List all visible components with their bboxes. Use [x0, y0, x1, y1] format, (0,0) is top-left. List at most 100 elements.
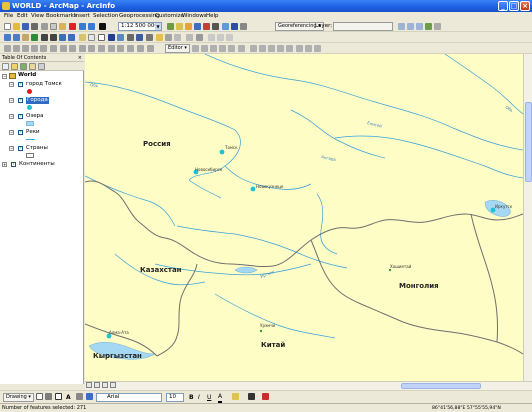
- modelbuilder-icon[interactable]: [222, 23, 229, 30]
- expand-layer-lakes-icon[interactable]: −: [9, 114, 14, 119]
- line-color-icon[interactable]: [248, 393, 255, 400]
- create-viewer-icon[interactable]: [186, 34, 193, 41]
- layout-back-icon[interactable]: [60, 45, 67, 52]
- menu-customize[interactable]: Customize: [155, 13, 184, 20]
- menu-help[interactable]: Help: [206, 13, 219, 20]
- layer-tomsk-checkbox[interactable]: ✓: [18, 82, 23, 87]
- cut-icon[interactable]: [41, 23, 48, 30]
- layout-pan-icon[interactable]: [22, 45, 29, 52]
- trace-icon[interactable]: [228, 45, 235, 52]
- view-link-table-icon[interactable]: [434, 23, 441, 30]
- toc-root-world[interactable]: World: [18, 72, 36, 79]
- layout-tool-2-icon[interactable]: [137, 45, 144, 52]
- menu-selection[interactable]: Selection: [93, 13, 118, 20]
- layer-select[interactable]: [333, 22, 393, 31]
- layout-tool-3-icon[interactable]: [147, 45, 154, 52]
- pan-icon[interactable]: [22, 34, 29, 41]
- hyperlink-icon[interactable]: [156, 34, 163, 41]
- georef-tool-3-icon[interactable]: [416, 23, 423, 30]
- map-canvas[interactable]: Россия Казахстан Монголия Китай Кыргызст…: [85, 54, 523, 381]
- measure-icon[interactable]: [146, 34, 153, 41]
- split-icon[interactable]: [277, 45, 284, 52]
- fixed-zoom-out-icon[interactable]: [50, 34, 57, 41]
- cut-polygons-icon[interactable]: [268, 45, 275, 52]
- marker-color-icon[interactable]: [262, 393, 269, 400]
- paste-icon[interactable]: [59, 23, 66, 30]
- data-view-icon[interactable]: [86, 382, 92, 388]
- menu-insert[interactable]: Insert: [74, 13, 90, 20]
- rotate-drawing-icon[interactable]: [45, 393, 52, 400]
- drawing-menu[interactable]: Drawing ▾: [3, 393, 34, 402]
- close-icon[interactable]: ×: [78, 54, 82, 62]
- layer-lakes-name[interactable]: Озера: [26, 113, 44, 120]
- create-features-icon[interactable]: [314, 45, 321, 52]
- map-view[interactable]: Россия Казахстан Монголия Китай Кыргызст…: [85, 54, 523, 381]
- edit-vertices-icon[interactable]: [250, 45, 257, 52]
- clear-selection-icon[interactable]: [88, 34, 95, 41]
- layer-countries-checkbox[interactable]: ✓: [18, 146, 23, 151]
- menu-edit[interactable]: Edit: [17, 13, 28, 20]
- layout-tool-icon[interactable]: [127, 45, 134, 52]
- select-elements-icon[interactable]: [98, 34, 105, 41]
- focus-data-frame-icon[interactable]: [88, 45, 95, 52]
- expand-layer-tomsk-icon[interactable]: −: [9, 82, 14, 87]
- find-icon[interactable]: [117, 34, 124, 41]
- maximize-button[interactable]: □: [509, 1, 519, 11]
- menu-geoprocessing[interactable]: Geoprocessing: [119, 13, 160, 20]
- table-of-contents-icon[interactable]: [176, 23, 183, 30]
- arcmap-app-icon[interactable]: [2, 2, 10, 10]
- edit-annotation-icon[interactable]: [201, 45, 208, 52]
- add-control-points-icon[interactable]: [425, 23, 432, 30]
- map-vertical-scrollbar[interactable]: [523, 54, 532, 381]
- snap-icon-1[interactable]: [208, 34, 215, 41]
- open-icon[interactable]: [13, 23, 20, 30]
- search-icon[interactable]: [194, 23, 201, 30]
- menu-bookmarks[interactable]: Bookmarks: [46, 13, 77, 20]
- go-forward-icon[interactable]: [68, 34, 75, 41]
- reshape-icon[interactable]: [259, 45, 266, 52]
- map-scale-input[interactable]: 1:12 500 000 ▼: [118, 22, 162, 31]
- expand-layer-countries-icon[interactable]: −: [9, 146, 14, 151]
- font-size-select[interactable]: 10: [166, 393, 184, 402]
- georef-tool-1-icon[interactable]: [398, 23, 405, 30]
- options-icon[interactable]: [38, 63, 45, 70]
- layer-cities-checkbox[interactable]: ✓: [18, 98, 23, 103]
- zoom-whole-page-icon[interactable]: [31, 45, 38, 52]
- zoom-out-icon[interactable]: [13, 34, 20, 41]
- edit-vertices-drawing-icon[interactable]: [86, 393, 93, 400]
- fill-color-icon[interactable]: [232, 393, 239, 400]
- close-button[interactable]: ×: [520, 1, 530, 11]
- change-layout-icon[interactable]: [98, 45, 105, 52]
- print-icon[interactable]: [31, 23, 38, 30]
- menu-view[interactable]: View: [31, 13, 44, 20]
- zoom-100-icon[interactable]: [40, 45, 47, 52]
- full-extent-icon[interactable]: [31, 34, 38, 41]
- arctoolbox-icon[interactable]: [203, 23, 210, 30]
- undo-icon[interactable]: [79, 23, 86, 30]
- layer-continents-name[interactable]: Континенты: [19, 161, 55, 168]
- point-icon[interactable]: [238, 45, 245, 52]
- expand-layer-rivers-icon[interactable]: −: [9, 130, 14, 135]
- layer-continents-checkbox[interactable]: ✓: [11, 162, 16, 167]
- list-by-drawing-order-icon[interactable]: [2, 63, 9, 70]
- pause-drawing-icon[interactable]: [110, 382, 116, 388]
- rectangle-icon[interactable]: [55, 393, 62, 400]
- snap-icon-2[interactable]: [217, 34, 224, 41]
- toggle-draft-icon[interactable]: [79, 45, 86, 52]
- font-select[interactable]: Arial: [96, 393, 162, 402]
- expand-layer-cities-icon[interactable]: −: [9, 98, 14, 103]
- python-window-icon[interactable]: [212, 23, 219, 30]
- layout-zoom-in-icon[interactable]: [4, 45, 11, 52]
- chevron-down-icon[interactable]: ▼: [155, 23, 161, 30]
- select-elements-drawing-icon[interactable]: [36, 393, 43, 400]
- sketch-properties-icon[interactable]: [305, 45, 312, 52]
- save-icon[interactable]: [22, 23, 29, 30]
- identify-icon[interactable]: [108, 34, 115, 41]
- new-document-icon[interactable]: [4, 23, 11, 30]
- menu-windows[interactable]: Windows: [182, 13, 207, 20]
- edit-tool-icon[interactable]: [192, 45, 199, 52]
- editor-menu[interactable]: Editor ▾: [165, 44, 190, 53]
- fixed-zoom-in-icon[interactable]: [41, 34, 48, 41]
- layer-tomsk-name[interactable]: город Томск: [26, 81, 62, 88]
- layout-forward-icon[interactable]: [69, 45, 76, 52]
